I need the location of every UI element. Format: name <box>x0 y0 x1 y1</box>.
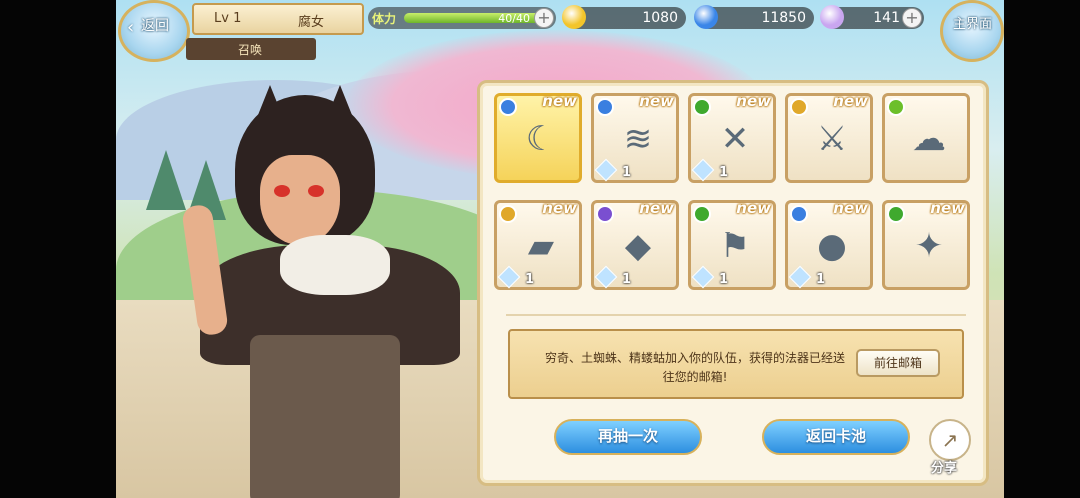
element-icon <box>499 205 517 223</box>
new-badge: new <box>542 199 577 217</box>
staff-icon: ✦ <box>914 226 944 266</box>
sword-icon: ⚔ <box>816 119 848 159</box>
new-badge: new <box>639 92 674 110</box>
claw-icon: ≋ <box>623 119 653 159</box>
summon-tab: 召唤 <box>186 38 316 60</box>
chevron-left-icon: ‹ <box>127 17 135 38</box>
back-to-pool-button[interactable]: 返回卡池 <box>762 419 910 455</box>
gem-icon <box>691 265 715 289</box>
crystal-plus-button[interactable]: + <box>902 8 922 28</box>
blue-flame-amount: 11850 <box>761 10 806 26</box>
letterbox-right <box>1004 0 1080 498</box>
new-badge: new <box>736 92 771 110</box>
card-count: 1 <box>719 272 729 287</box>
reward-message: 穷奇、土蜘蛛、精蝼蛄加入你的队伍，获得的法器已经送往您的邮箱! <box>544 351 845 384</box>
character-eye <box>308 185 324 197</box>
reward-card-scythe[interactable]: new ☾ <box>494 92 582 183</box>
element-icon <box>693 205 711 223</box>
card-count: 1 <box>622 165 632 180</box>
gem-icon <box>594 265 618 289</box>
new-badge: new <box>833 199 868 217</box>
crystal-icon <box>820 5 844 29</box>
reward-card-claw[interactable]: new ≋ 1 <box>591 92 679 183</box>
home-label: 主界面 <box>953 17 993 32</box>
stamina-fill <box>404 13 554 23</box>
gold-amount: 1080 <box>642 10 678 26</box>
gold-counter: 1080 <box>562 5 686 29</box>
card-count: 1 <box>622 272 632 287</box>
card-count: 1 <box>525 272 535 287</box>
element-icon <box>887 205 905 223</box>
go-to-mailbox-button[interactable]: 前往邮箱 <box>856 349 940 377</box>
pendulum-icon: ◆ <box>624 226 652 266</box>
reward-card-crossbow[interactable]: new ✕ 1 <box>688 92 776 183</box>
gold-bar-icon: ▰ <box>527 226 555 266</box>
blue-flame-counter: 11850 <box>694 5 814 29</box>
character-illustration <box>181 85 470 498</box>
gem-icon <box>497 265 521 289</box>
share-label: 分享 <box>931 461 958 476</box>
home-button[interactable]: 主界面 <box>940 0 1004 62</box>
character-eye <box>274 185 290 197</box>
orb-icon: ● <box>817 226 847 266</box>
reward-card-flag[interactable]: new ⚑ 1 <box>688 199 776 290</box>
crossbow-icon: ✕ <box>720 119 750 159</box>
card-count: 1 <box>816 272 826 287</box>
summon-result-panel: new ☾ new ≋ 1 new ✕ 1 new ⚔ ☁ new ▰ 1 new ◆ 1 new ⚑ 1 new ● 1 n… <box>477 80 989 486</box>
gem-icon <box>594 158 618 182</box>
message-scroll: 穷奇、土蜘蛛、精蝼蛄加入你的队伍，获得的法器已经送往您的邮箱! 前往邮箱 <box>508 329 964 399</box>
draw-again-button[interactable]: 再抽一次 <box>554 419 702 455</box>
gem-icon <box>788 265 812 289</box>
new-badge: new <box>930 199 965 217</box>
spirit-icon: ☁ <box>912 119 946 159</box>
scythe-icon: ☾ <box>525 119 557 159</box>
reward-card-pendulum[interactable]: new ◆ 1 <box>591 199 679 290</box>
letterbox-left <box>0 0 116 498</box>
stamina-bar: 体力 40/40 <box>368 7 556 29</box>
share-icon: ↗ <box>929 419 971 461</box>
gem-icon <box>691 158 715 182</box>
element-icon <box>790 205 808 223</box>
stamina-value: 40/40 <box>498 12 530 25</box>
new-badge: new <box>542 92 577 110</box>
reward-card-sword[interactable]: new ⚔ <box>785 92 873 183</box>
element-icon <box>790 98 808 116</box>
new-badge: new <box>833 92 868 110</box>
flag-icon: ⚑ <box>719 226 751 266</box>
pine-tree <box>146 150 186 210</box>
gold-coin-icon <box>562 5 586 29</box>
share-button[interactable]: ↗ 分享 <box>925 419 975 476</box>
stamina-label: 体力 <box>372 12 397 26</box>
element-icon <box>693 98 711 116</box>
card-count: 1 <box>719 165 729 180</box>
back-label: 返回 <box>141 18 169 34</box>
level-plate: Lv 1 腐女 <box>192 3 364 35</box>
back-button[interactable]: ‹ 返回 <box>118 0 190 62</box>
divider <box>506 314 966 316</box>
summon-tab-label: 召唤 <box>238 43 263 57</box>
blue-flame-icon <box>694 5 718 29</box>
rank-text: 腐女 <box>298 15 325 30</box>
reward-card-gold-bar[interactable]: new ▰ 1 <box>494 199 582 290</box>
reward-card-staff[interactable]: new ✦ <box>882 199 970 290</box>
element-icon <box>499 98 517 116</box>
new-badge: new <box>736 199 771 217</box>
character-fur-collar <box>280 235 390 295</box>
reward-card-orb[interactable]: new ● 1 <box>785 199 873 290</box>
element-icon <box>596 205 614 223</box>
character-face <box>260 155 340 245</box>
reward-card-spirit[interactable]: ☁ <box>882 93 970 183</box>
stamina-plus-button[interactable]: + <box>534 8 554 28</box>
crystal-amount: 141 <box>873 10 900 26</box>
new-badge: new <box>639 199 674 217</box>
character-body <box>250 335 400 498</box>
element-icon <box>596 98 614 116</box>
level-text: Lv 1 <box>214 11 242 26</box>
element-icon <box>887 98 905 116</box>
